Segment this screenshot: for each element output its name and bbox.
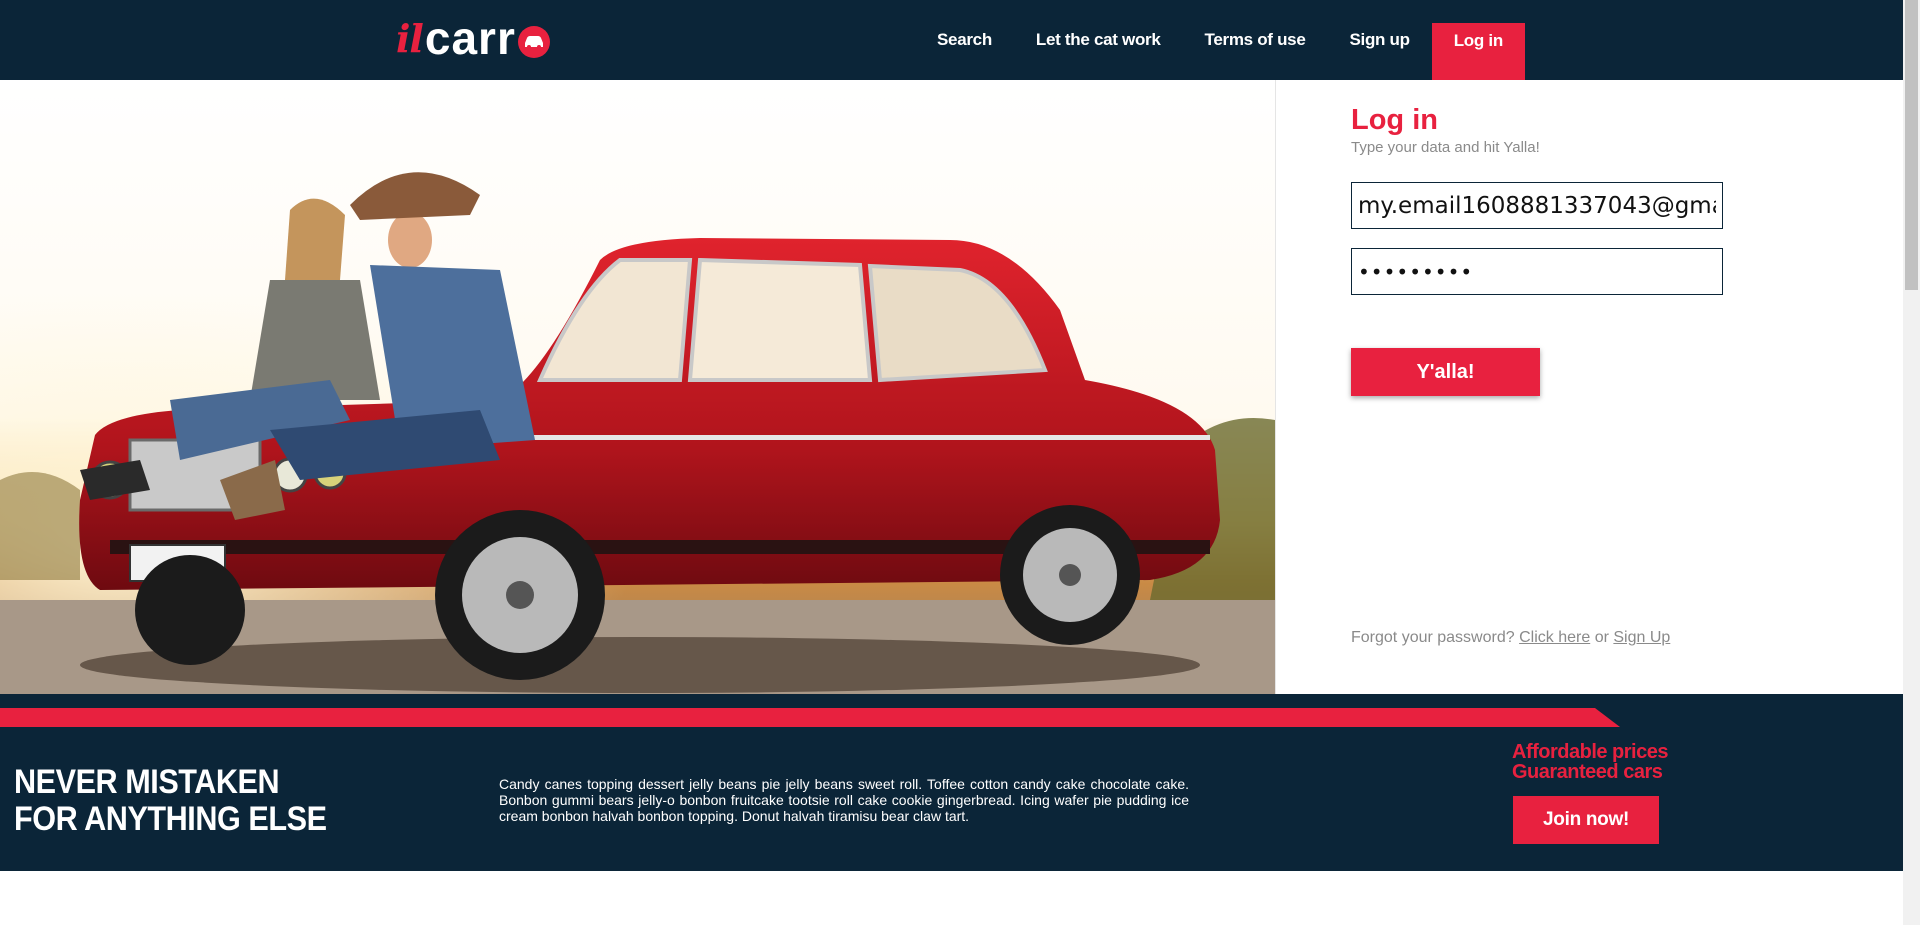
login-panel: Log in Type your data and hit Yalla! Y'a…: [1275, 80, 1903, 694]
sign-up-link[interactable]: Sign Up: [1613, 629, 1670, 646]
site-header: il carr Search Let the cat work Terms of…: [0, 0, 1903, 107]
slogan-line-1: Never mistaken: [14, 763, 280, 801]
ilcarro-logo[interactable]: il carr: [396, 12, 550, 64]
nav-search[interactable]: Search: [915, 0, 1014, 80]
promo-headline: Affordable prices Guaranteed cars: [1512, 742, 1668, 782]
promo-description: Candy canes topping dessert jelly beans …: [499, 776, 1189, 824]
logo-carr-text: carr: [424, 12, 516, 64]
main-nav: Search Let the cat work Terms of use Sig…: [915, 0, 1525, 107]
scrollbar-thumb[interactable]: [1905, 0, 1918, 290]
slogan-line-2: for anything else: [14, 800, 327, 838]
login-subtitle: Type your data and hit Yalla!: [1351, 139, 1540, 156]
nav-let-the-cat-work[interactable]: Let the cat work: [1014, 0, 1183, 80]
email-field[interactable]: [1351, 182, 1723, 229]
car-icon: [517, 26, 550, 58]
nav-terms-of-use[interactable]: Terms of use: [1183, 0, 1328, 80]
hero-image: [0, 80, 1275, 694]
login-title: Log in: [1351, 104, 1438, 136]
click-here-link[interactable]: Click here: [1519, 629, 1590, 646]
promo-band: Never mistaken for anything else Candy c…: [0, 694, 1903, 871]
or-text: or: [1594, 629, 1609, 646]
promo-line-2: Guaranteed cars: [1512, 761, 1663, 783]
join-now-button[interactable]: Join now!: [1513, 796, 1659, 844]
slogan: Never mistaken for anything else: [14, 764, 327, 838]
logo-il-text: il: [396, 15, 424, 61]
promo-line-1: Affordable prices: [1512, 741, 1668, 763]
red-stripe-decoration: [0, 708, 1620, 727]
yalla-submit-button[interactable]: Y'alla!: [1351, 348, 1540, 396]
forgot-password-label: Forgot your password?: [1351, 629, 1515, 646]
hero-car-illustration: [0, 80, 1275, 694]
nav-sign-up[interactable]: Sign up: [1327, 0, 1431, 80]
forgot-password-text: Forgot your password? Click here or Sign…: [1351, 629, 1670, 647]
password-field[interactable]: [1351, 248, 1723, 295]
page-scrollbar[interactable]: [1903, 0, 1920, 925]
